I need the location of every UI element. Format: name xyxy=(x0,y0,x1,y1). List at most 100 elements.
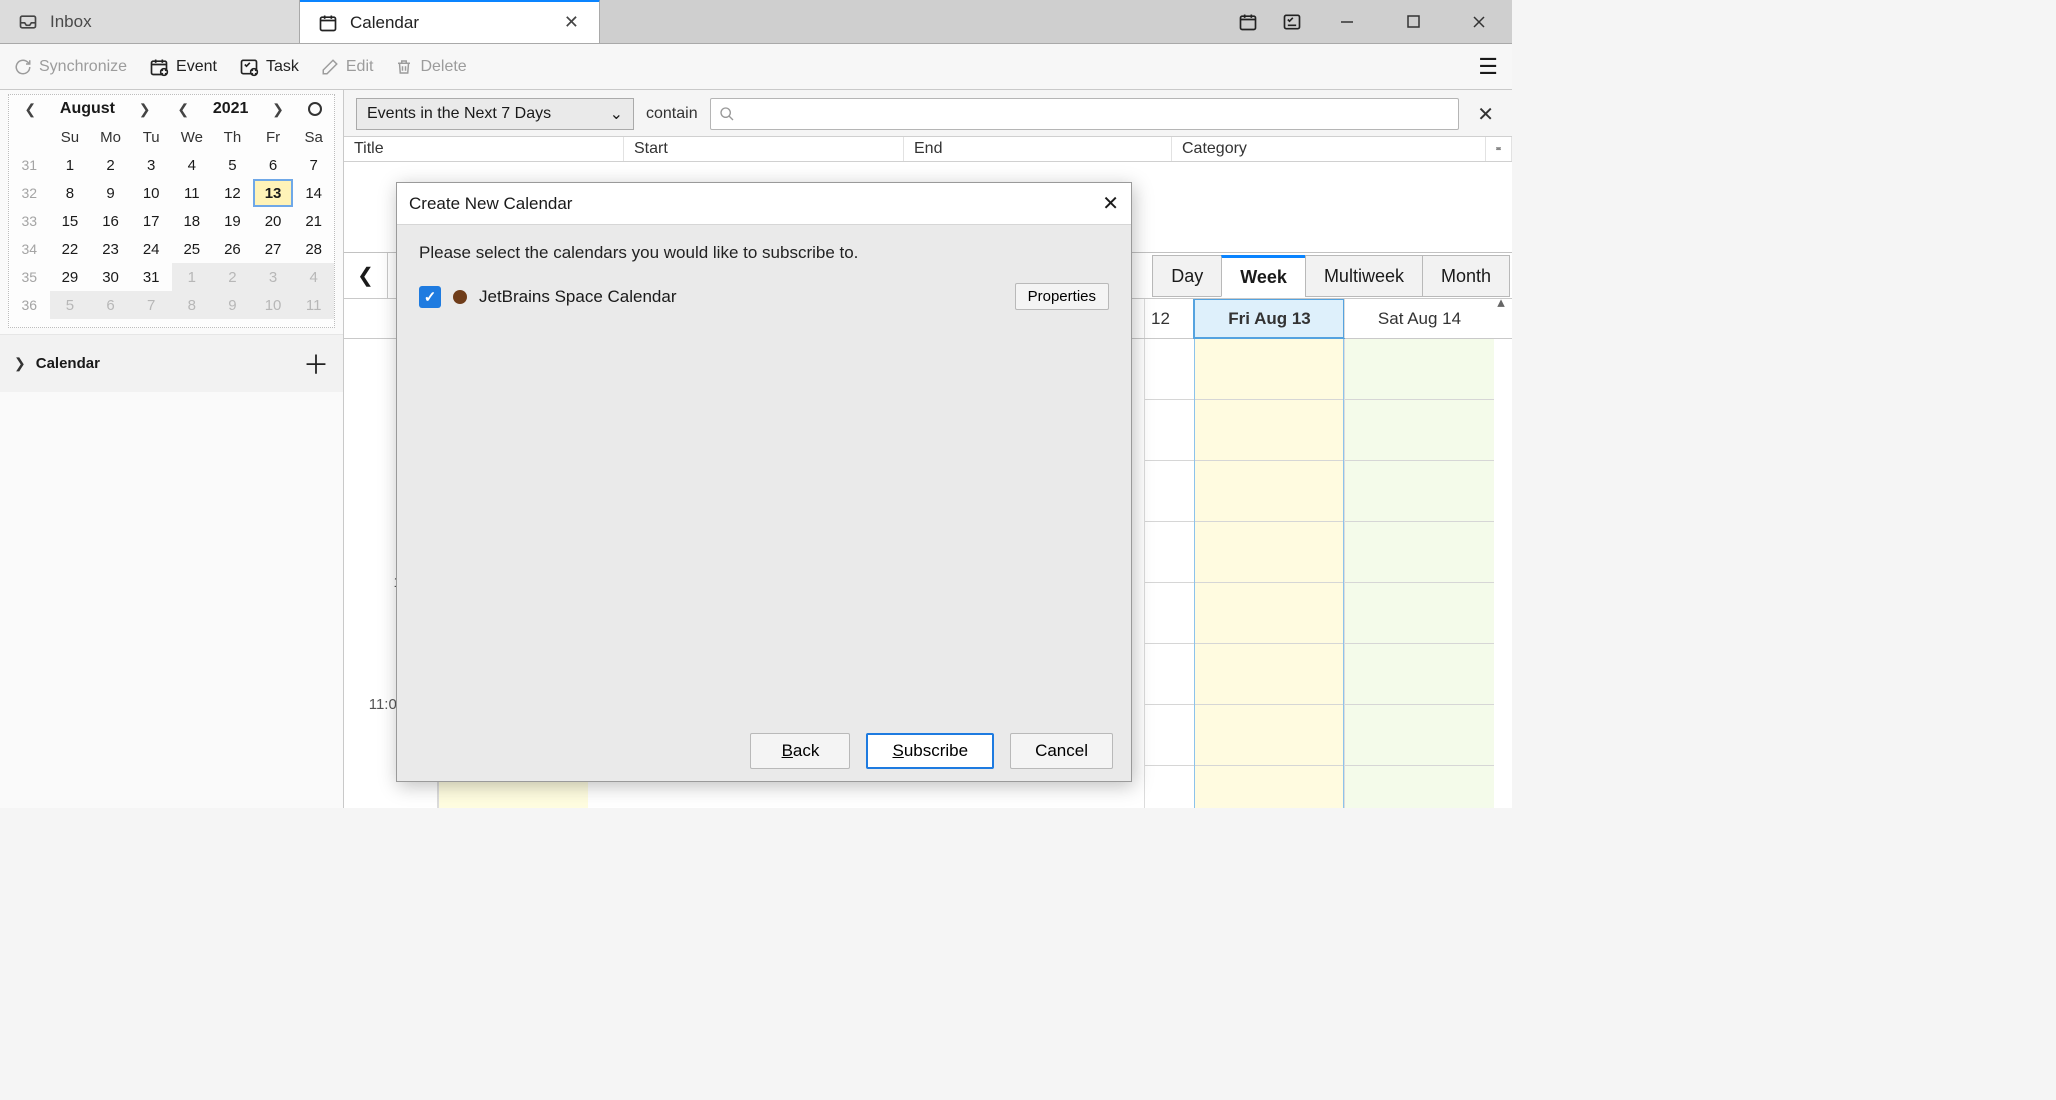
tab-calendar[interactable]: Calendar ✕ xyxy=(300,0,600,43)
mini-cal-day[interactable]: 31 xyxy=(131,263,172,291)
mini-cal-day[interactable]: 7 xyxy=(131,291,172,319)
mini-cal-day[interactable]: 29 xyxy=(50,263,91,291)
search-box[interactable] xyxy=(710,98,1460,130)
dialog-close-button[interactable]: ✕ xyxy=(1102,191,1119,216)
edit-button[interactable]: Edit xyxy=(321,58,374,76)
col-start[interactable]: Start xyxy=(624,137,904,161)
synchronize-button[interactable]: Synchronize xyxy=(14,58,127,76)
tab-inbox[interactable]: Inbox xyxy=(0,0,300,43)
tab-inbox-label: Inbox xyxy=(50,12,92,32)
events-table-header: Title Start End Category xyxy=(344,136,1512,162)
col-category[interactable]: Category xyxy=(1172,137,1486,161)
day-col-fri[interactable] xyxy=(1194,339,1344,808)
view-multiweek[interactable]: Multiweek xyxy=(1305,255,1423,297)
dow-label: Fr xyxy=(253,123,294,151)
mini-cal-day[interactable]: 10 xyxy=(131,179,172,207)
mini-cal-day[interactable]: 11 xyxy=(293,291,334,319)
mini-cal-day[interactable]: 5 xyxy=(212,151,253,179)
cancel-button[interactable]: Cancel xyxy=(1010,733,1113,769)
mini-cal-day[interactable]: 11 xyxy=(172,179,213,207)
col-menu-icon[interactable] xyxy=(1486,137,1512,161)
day-col-sat[interactable] xyxy=(1344,339,1494,808)
day-head-fri[interactable]: Fri Aug 13 xyxy=(1194,299,1344,338)
mini-cal-day[interactable]: 4 xyxy=(172,151,213,179)
new-event-button[interactable]: Event xyxy=(149,57,217,77)
window-minimize[interactable] xyxy=(1324,0,1370,44)
mini-cal-day[interactable]: 9 xyxy=(212,291,253,319)
properties-button[interactable]: Properties xyxy=(1015,283,1109,310)
calendar-option-checkbox[interactable]: ✓ xyxy=(419,286,441,308)
mini-cal-day[interactable]: 19 xyxy=(212,207,253,235)
week-number: 32 xyxy=(9,179,50,207)
search-input[interactable] xyxy=(743,106,1451,123)
mini-cal-day[interactable]: 20 xyxy=(253,207,294,235)
month-next[interactable]: ❯ xyxy=(136,101,154,118)
view-month[interactable]: Month xyxy=(1422,255,1510,297)
day-col-thu-tail[interactable] xyxy=(1144,339,1194,808)
mini-cal-day[interactable]: 3 xyxy=(131,151,172,179)
back-button[interactable]: Back xyxy=(750,733,850,769)
col-title[interactable]: Title xyxy=(344,137,624,161)
mini-cal-day[interactable]: 22 xyxy=(50,235,91,263)
search-icon xyxy=(719,106,735,122)
mini-cal-day[interactable]: 6 xyxy=(90,291,131,319)
new-task-button[interactable]: Task xyxy=(239,57,299,77)
mini-cal-day[interactable]: 27 xyxy=(253,235,294,263)
add-calendar-button[interactable]: ＋ xyxy=(303,345,329,382)
mini-cal-day[interactable]: 3 xyxy=(253,263,294,291)
dow-label: Tu xyxy=(131,123,172,151)
events-range-dropdown[interactable]: Events in the Next 7 Days ⌄ xyxy=(356,98,634,130)
scroll-up-icon[interactable]: ▴ xyxy=(1492,293,1510,311)
day-head-12[interactable]: 12 xyxy=(1144,299,1194,338)
day-head-sat[interactable]: Sat Aug 14 xyxy=(1344,299,1494,338)
mini-cal-day[interactable]: 4 xyxy=(293,263,334,291)
mini-cal-day[interactable]: 1 xyxy=(50,151,91,179)
view-week[interactable]: Week xyxy=(1221,255,1306,297)
today-button[interactable] xyxy=(308,102,322,116)
window-maximize[interactable] xyxy=(1390,0,1436,44)
mini-cal-day[interactable]: 6 xyxy=(253,151,294,179)
menu-button[interactable]: ☰ xyxy=(1478,54,1498,80)
mini-cal-day[interactable]: 2 xyxy=(90,151,131,179)
mini-cal-day[interactable]: 26 xyxy=(212,235,253,263)
sidebar-calendar-row[interactable]: ❯ Calendar ＋ xyxy=(0,334,343,392)
toolbar: Synchronize Event Task Edit Delete ☰ xyxy=(0,44,1512,90)
mini-cal-day[interactable]: 13 xyxy=(253,179,294,207)
clear-search-button[interactable]: ✕ xyxy=(1471,102,1500,127)
mini-cal-day[interactable]: 12 xyxy=(212,179,253,207)
mini-cal-day[interactable]: 16 xyxy=(90,207,131,235)
mini-cal-day[interactable]: 1 xyxy=(172,263,213,291)
week-number: 33 xyxy=(9,207,50,235)
mini-cal-day[interactable]: 5 xyxy=(50,291,91,319)
mini-cal-day[interactable]: 8 xyxy=(50,179,91,207)
mini-cal-day[interactable]: 14 xyxy=(293,179,334,207)
mini-cal-day[interactable]: 10 xyxy=(253,291,294,319)
mini-cal-day[interactable]: 17 xyxy=(131,207,172,235)
week-prev-button[interactable]: ❮ xyxy=(344,253,388,298)
calendar-shortcut-icon[interactable] xyxy=(1236,10,1260,34)
mini-cal-day[interactable]: 15 xyxy=(50,207,91,235)
year-prev[interactable]: ❮ xyxy=(174,101,192,118)
mini-cal-day[interactable]: 8 xyxy=(172,291,213,319)
mini-cal-day[interactable]: 25 xyxy=(172,235,213,263)
mini-cal-day[interactable]: 28 xyxy=(293,235,334,263)
mini-cal-day[interactable]: 2 xyxy=(212,263,253,291)
subscribe-button[interactable]: Subscribe xyxy=(866,733,994,769)
mini-cal-day[interactable]: 30 xyxy=(90,263,131,291)
mini-cal-day[interactable]: 18 xyxy=(172,207,213,235)
delete-button[interactable]: Delete xyxy=(395,58,466,76)
month-prev[interactable]: ❮ xyxy=(21,101,39,118)
view-day[interactable]: Day xyxy=(1152,255,1222,297)
window-close[interactable] xyxy=(1456,0,1502,44)
year-next[interactable]: ❯ xyxy=(269,101,287,118)
mini-cal-day[interactable]: 9 xyxy=(90,179,131,207)
chevron-down-icon: ⌄ xyxy=(610,104,623,124)
mini-cal-day[interactable]: 23 xyxy=(90,235,131,263)
tab-close-button[interactable]: ✕ xyxy=(560,12,583,33)
col-end[interactable]: End xyxy=(904,137,1172,161)
mini-cal-day[interactable]: 7 xyxy=(293,151,334,179)
mini-cal-day[interactable]: 24 xyxy=(131,235,172,263)
mini-cal-day[interactable]: 21 xyxy=(293,207,334,235)
tasks-shortcut-icon[interactable] xyxy=(1280,10,1304,34)
task-label: Task xyxy=(266,58,299,76)
